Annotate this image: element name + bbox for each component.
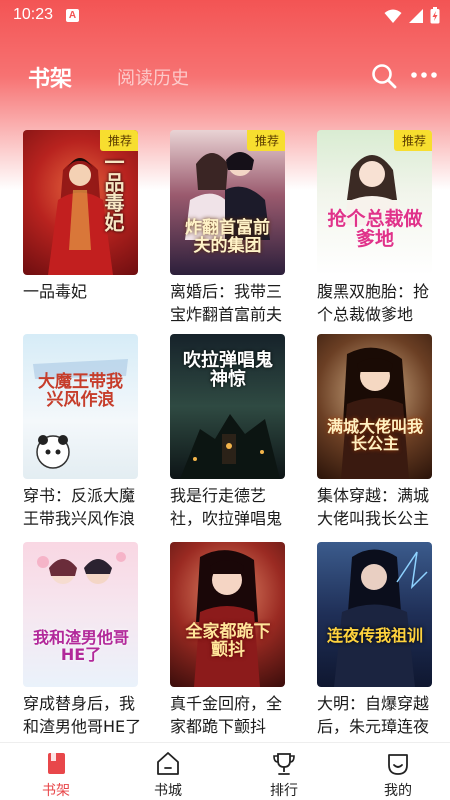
status-icons (384, 7, 440, 24)
cover-art (334, 549, 428, 687)
book-title[interactable]: 大明：自爆穿越后，朱元璋连夜传我祖训 (317, 692, 439, 740)
nav-item-profile[interactable]: 我的 (358, 743, 438, 800)
cover-title-text: 大魔王带我兴风作浪 (38, 372, 123, 410)
book-title[interactable]: 穿成替身后，我和渣男他哥HE了 (23, 692, 145, 740)
recommend-badge: 推荐 (99, 130, 138, 151)
book-cover[interactable]: 满城大佬叫我长公主 (317, 334, 432, 479)
recommend-badge: 推荐 (246, 130, 285, 151)
cover-title-text: 抢个总裁做爹地 (327, 208, 423, 250)
book-cover[interactable]: 抢个总裁做爹地 推荐 (317, 130, 432, 275)
book-cover[interactable]: 大魔王带我兴风作浪 (23, 334, 138, 479)
book-title[interactable]: 集体穿越：满城大佬叫我长公主 (317, 484, 439, 532)
cover-title-text: 我和渣男他哥HE了 (32, 628, 129, 664)
profile-icon (388, 754, 408, 775)
nav-item-ranking[interactable]: 排行 (244, 743, 324, 800)
search-button[interactable] (370, 62, 398, 90)
cover-title-text: 满城大佬叫我长公主 (326, 417, 423, 453)
book-cover[interactable]: 连夜传我祖训 (317, 542, 432, 687)
cover-title-text: 一品毒妃 (101, 152, 125, 232)
search-icon (372, 64, 397, 89)
trophy-icon (273, 753, 295, 775)
book-cover[interactable]: 全家都跪下颤抖 (170, 542, 285, 687)
book-title[interactable]: 腹黑双胞胎：抢个总裁做爹地 (317, 280, 439, 328)
cover-art (194, 550, 260, 687)
wifi-icon (384, 9, 402, 23)
book-title[interactable]: 我是行走德艺社，吹拉弹唱鬼神惊 (170, 484, 292, 532)
recommend-badge: 推荐 (393, 130, 432, 151)
more-button[interactable] (410, 62, 438, 90)
more-dots-icon (411, 72, 437, 78)
nav-label: 书城 (154, 783, 182, 799)
tab-bookshelf[interactable]: 书架 (28, 61, 72, 93)
bookshelf-icon (48, 753, 65, 774)
status-bar: 10:23 A (0, 0, 450, 32)
bookstore-icon (157, 752, 179, 775)
book-cover[interactable]: 炸翻首富前夫的集团 推荐 (170, 130, 285, 275)
nav-item-bookstore[interactable]: 书城 (128, 743, 208, 800)
book-cover[interactable]: 吹拉弹唱鬼神惊 (170, 334, 285, 479)
nav-label: 排行 (270, 783, 298, 799)
book-cover[interactable]: 我和渣男他哥HE了 (23, 542, 138, 687)
status-time: 10:23 (13, 6, 54, 23)
nav-item-bookshelf[interactable]: 书架 (16, 743, 96, 800)
book-title[interactable]: 真千金回府，全家都跪下颤抖 (170, 692, 292, 740)
book-title[interactable]: 穿书：反派大魔王带我兴风作浪 (23, 484, 145, 532)
top-navigation: 书架 阅读历史 (0, 55, 450, 99)
battery-icon (430, 7, 440, 24)
nav-label: 书架 (42, 783, 70, 799)
cover-art (37, 552, 126, 584)
book-title[interactable]: 离婚后：我带三宝炸翻首富前夫的集团 (170, 280, 292, 328)
cover-art (341, 347, 409, 479)
cover-title-text: 炸翻首富前夫的集团 (185, 218, 270, 256)
notification-icon: A (66, 9, 79, 22)
cover-title-text: 吹拉弹唱鬼神惊 (183, 350, 273, 390)
signal-icon (409, 8, 423, 23)
book-cover[interactable]: 一品毒妃 推荐 (23, 130, 138, 275)
book-title[interactable]: 一品毒妃 (23, 280, 145, 328)
cover-art (345, 155, 399, 225)
tab-reading-history[interactable]: 阅读历史 (117, 64, 189, 90)
nav-label: 我的 (384, 783, 412, 799)
bottom-navigation: 书架 书城 排行 我的 (0, 742, 450, 800)
cover-title-text: 全家都跪下颤抖 (185, 622, 271, 660)
cover-title-text: 连夜传我祖训 (326, 626, 423, 645)
